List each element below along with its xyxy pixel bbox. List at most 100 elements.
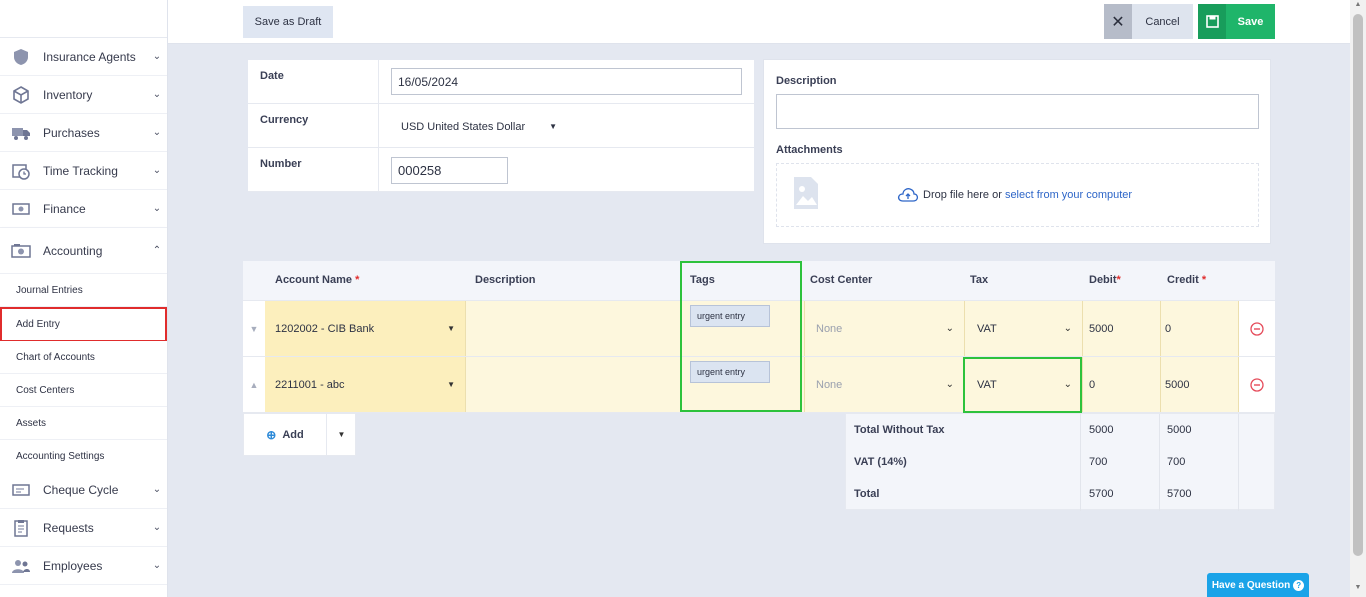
debit-input[interactable]: 0 [1082, 357, 1160, 412]
truck-icon [11, 123, 31, 143]
save-as-draft-button[interactable]: Save as Draft [243, 6, 333, 38]
sidebar-item-label: Requests [43, 520, 94, 535]
cost-center-select[interactable]: None ⌄ [804, 301, 964, 356]
table-row: ▲ 2211001 - abc ▼ urgent entry None ⌄ VA… [243, 357, 1275, 413]
entry-header-form: Date 16/05/2024 Currency USD United Stat… [248, 60, 754, 192]
sidebar-sub-journal-entries[interactable]: Journal Entries [0, 274, 167, 307]
sidebar-sub-accounting-settings[interactable]: Accounting Settings [0, 440, 167, 473]
sidebar-sub-add-entry[interactable]: Add Entry [0, 307, 167, 342]
caret-down-icon[interactable]: ▼ [326, 414, 356, 455]
currency-label: Currency [260, 114, 309, 126]
debit-input[interactable]: 5000 [1082, 301, 1160, 356]
vat-credit: 700 [1167, 456, 1186, 468]
chevron-down-icon: ⌄ [152, 560, 162, 571]
total-without-tax-credit: 5000 [1167, 424, 1192, 436]
chevron-up-icon: ⌃ [152, 245, 162, 256]
sidebar-item-employees[interactable]: Employees ⌄ [0, 547, 167, 585]
add-line-button[interactable]: ⊕ Add [244, 414, 326, 455]
description-label: Description [776, 75, 837, 87]
chevron-down-icon: ⌄ [152, 89, 162, 100]
total-label: Total [854, 488, 880, 500]
scroll-down-arrow[interactable]: ▼ [1350, 584, 1366, 596]
cancel-button[interactable]: Cancel [1132, 4, 1193, 39]
sidebar-item-label: Time Tracking [43, 163, 118, 178]
remove-row-icon[interactable] [1238, 301, 1275, 356]
page-scrollbar[interactable]: ▲ ▼ [1350, 0, 1366, 597]
cash-register-icon [11, 241, 31, 261]
sidebar-item-cheque-cycle[interactable]: Cheque Cycle ⌄ [0, 471, 167, 509]
box-icon [11, 85, 31, 105]
sidebar-item-purchases[interactable]: Purchases ⌄ [0, 114, 167, 152]
sidebar-sub-cost-centers[interactable]: Cost Centers [0, 374, 167, 407]
credit-input[interactable]: 0 [1160, 301, 1238, 356]
move-down-icon[interactable]: ▼ [243, 301, 265, 356]
save-label: Save [1237, 15, 1264, 28]
cost-center-value: None [816, 322, 843, 335]
account-value: 1202002 - CIB Bank [275, 322, 375, 335]
tags-field[interactable]: urgent entry [680, 357, 804, 412]
tag-chip[interactable]: urgent entry [690, 361, 770, 383]
table-row: ▼ 1202002 - CIB Bank ▼ urgent entry None… [243, 301, 1275, 357]
remove-row-icon[interactable] [1238, 357, 1275, 412]
tax-select[interactable]: VAT ⌄ [964, 301, 1082, 356]
totals-row: Total Without Tax 5000 5000 [846, 414, 1276, 446]
number-input[interactable]: 000258 [391, 157, 508, 184]
save-button[interactable]: Save [1198, 4, 1275, 39]
cost-center-value: None [816, 378, 843, 391]
sidebar-item-inventory[interactable]: Inventory ⌄ [0, 76, 167, 114]
line-description-input[interactable] [465, 357, 680, 412]
image-file-icon [793, 176, 819, 213]
tags-field[interactable]: urgent entry [680, 301, 804, 356]
caret-down-icon: ▼ [549, 122, 557, 131]
scroll-up-arrow[interactable]: ▲ [1350, 1, 1366, 13]
sidebar-top [0, 0, 167, 38]
sidebar-item-label: Insurance Agents [43, 49, 136, 64]
sidebar-sub-chart-of-accounts[interactable]: Chart of Accounts [0, 341, 167, 374]
sidebar-sub-assets[interactable]: Assets [0, 407, 167, 440]
cost-center-select[interactable]: None ⌄ [804, 357, 964, 412]
sidebar-item-requests[interactable]: Requests ⌄ [0, 509, 167, 547]
cheque-icon [11, 480, 31, 500]
users-icon [11, 556, 31, 576]
credit-input[interactable]: 5000 [1160, 357, 1238, 412]
floppy-disk-icon [1198, 4, 1226, 39]
total-debit: 5700 [1089, 488, 1114, 500]
account-select[interactable]: 1202002 - CIB Bank ▼ [265, 301, 465, 356]
col-description: Description [475, 274, 536, 286]
tag-chip[interactable]: urgent entry [690, 305, 770, 327]
totals-row: VAT (14%) 700 700 [846, 446, 1276, 478]
sidebar-item-finance[interactable]: Finance ⌄ [0, 190, 167, 228]
dropzone-text: Drop file here or select from your compu… [923, 189, 1133, 201]
line-description-input[interactable] [465, 301, 680, 356]
number-label: Number [260, 158, 302, 170]
question-icon: ? [1293, 579, 1305, 591]
account-value: 2211001 - abc [275, 378, 345, 391]
total-credit: 5700 [1167, 488, 1192, 500]
top-toolbar: Save as Draft ✕ Cancel Save [168, 0, 1350, 44]
shield-icon [11, 47, 31, 67]
attachment-dropzone[interactable]: Drop file here or select from your compu… [776, 163, 1259, 227]
close-icon[interactable]: ✕ [1104, 4, 1132, 39]
clipboard-icon [11, 518, 31, 538]
col-tags: Tags [690, 274, 715, 286]
tax-select[interactable]: VAT ⌄ [964, 357, 1082, 412]
description-attachments-panel: Description Attachments Drop file here o… [763, 59, 1271, 244]
total-without-tax-debit: 5000 [1089, 424, 1114, 436]
chevron-down-icon: ⌄ [152, 484, 162, 495]
select-file-link[interactable]: select from your computer [1005, 189, 1132, 201]
have-a-question-button[interactable]: Have a Question ? [1207, 573, 1309, 597]
col-account-name: Account Name * [275, 274, 360, 286]
plus-circle-icon: ⊕ [266, 427, 277, 442]
sidebar-item-insurance-agents[interactable]: Insurance Agents ⌄ [0, 38, 167, 76]
caret-down-icon: ▼ [447, 380, 455, 389]
currency-select[interactable]: USD United States Dollar ▼ [391, 113, 571, 140]
sidebar-item-time-tracking[interactable]: Time Tracking ⌄ [0, 152, 167, 190]
account-select[interactable]: 2211001 - abc ▼ [265, 357, 465, 412]
date-input[interactable]: 16/05/2024 [391, 68, 742, 95]
scrollbar-thumb[interactable] [1353, 14, 1363, 556]
description-input[interactable] [776, 94, 1259, 129]
move-up-icon[interactable]: ▲ [243, 357, 265, 412]
date-row: Date 16/05/2024 [248, 60, 754, 104]
vat-debit: 700 [1089, 456, 1108, 468]
sidebar-item-accounting[interactable]: Accounting ⌃ [0, 228, 167, 274]
